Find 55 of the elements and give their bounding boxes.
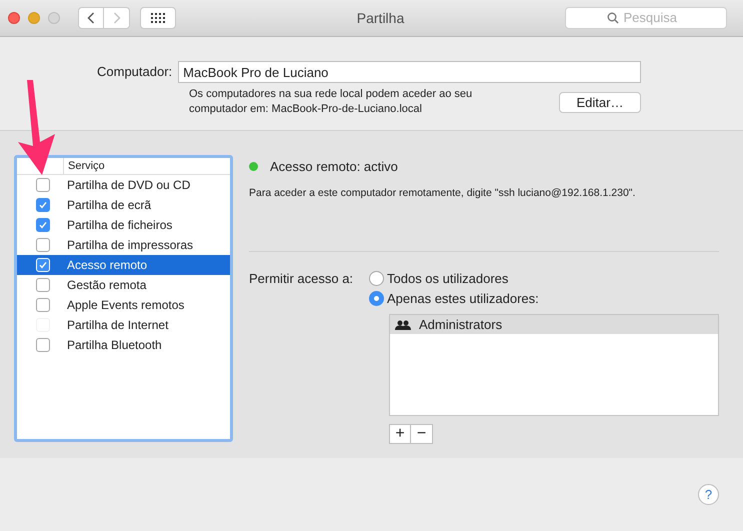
service-row[interactable]: Apple Events remotos bbox=[17, 295, 230, 315]
user-row[interactable]: Administrators bbox=[390, 315, 718, 334]
grid-icon bbox=[151, 13, 165, 23]
service-name: Apple Events remotos bbox=[67, 297, 184, 314]
radio-label: Todos os utilizadores bbox=[387, 270, 508, 288]
checkbox[interactable] bbox=[36, 238, 50, 252]
computer-label: Computador: bbox=[97, 63, 172, 82]
search-field[interactable]: Pesquisa bbox=[565, 7, 727, 29]
status-text: Acesso remoto: activo bbox=[270, 158, 398, 176]
forward-icon bbox=[112, 12, 120, 24]
checkmark-icon bbox=[38, 260, 48, 270]
service-row[interactable]: Partilha de ecrã bbox=[17, 195, 230, 215]
radio-button[interactable] bbox=[369, 290, 384, 306]
checkbox[interactable] bbox=[36, 198, 50, 212]
window-title: Partilha bbox=[356, 8, 404, 28]
checkbox[interactable] bbox=[36, 298, 50, 312]
minimize-icon[interactable] bbox=[28, 12, 40, 24]
add-button[interactable]: + bbox=[389, 424, 411, 444]
group-icon bbox=[395, 320, 411, 330]
zoom-icon[interactable] bbox=[48, 12, 60, 24]
checkbox[interactable] bbox=[36, 338, 50, 352]
remove-button[interactable]: − bbox=[411, 424, 433, 444]
service-row[interactable]: Acesso remoto bbox=[17, 255, 230, 275]
service-name: Partilha de ficheiros bbox=[67, 217, 172, 234]
service-row[interactable]: Partilha de ficheiros bbox=[17, 215, 230, 235]
radio-button[interactable] bbox=[369, 270, 384, 286]
service-name: Partilha de ecrã bbox=[67, 197, 152, 214]
service-name: Gestão remota bbox=[67, 277, 146, 294]
computer-name-field[interactable]: MacBook Pro de Luciano bbox=[178, 61, 641, 83]
user-name: Administrators bbox=[419, 316, 502, 334]
ssh-hint: Para aceder a este computador remotamente, digite "ssh luciano@192.168.1.230". bbox=[249, 186, 636, 200]
help-button[interactable]: ? bbox=[698, 484, 719, 505]
show-all-button[interactable] bbox=[140, 7, 176, 29]
service-name: Partilha de impressoras bbox=[67, 237, 194, 254]
column-header: Serviço bbox=[67, 158, 105, 174]
close-icon[interactable] bbox=[8, 12, 20, 24]
service-row[interactable]: Partilha de DVD ou CD bbox=[17, 175, 230, 195]
service-name: Partilha Bluetooth bbox=[67, 337, 162, 354]
back-icon bbox=[87, 12, 95, 24]
service-name: Partilha de DVD ou CD bbox=[67, 177, 190, 194]
access-label: Permitir acesso a: bbox=[249, 270, 354, 288]
checkbox[interactable] bbox=[36, 278, 50, 292]
radio-label: Apenas estes utilizadores: bbox=[387, 290, 539, 308]
service-row[interactable]: Gestão remota bbox=[17, 275, 230, 295]
edit-button[interactable]: Editar… bbox=[559, 92, 641, 113]
service-row[interactable]: Partilha de impressoras bbox=[17, 235, 230, 255]
service-name: Partilha de Internet bbox=[67, 317, 168, 334]
computer-address-note: Os computadores na sua rede local podem aceder ao seu computador em: MacBook-Pro-de-Luciano.local bbox=[189, 87, 474, 117]
search-icon bbox=[606, 12, 618, 24]
service-row[interactable]: Partilha Bluetooth bbox=[17, 335, 230, 355]
service-name: Acesso remoto bbox=[67, 257, 148, 274]
search-input[interactable]: Pesquisa bbox=[624, 8, 686, 28]
checkbox[interactable] bbox=[36, 178, 50, 192]
back-button[interactable] bbox=[78, 7, 104, 29]
checkbox[interactable] bbox=[36, 218, 50, 232]
